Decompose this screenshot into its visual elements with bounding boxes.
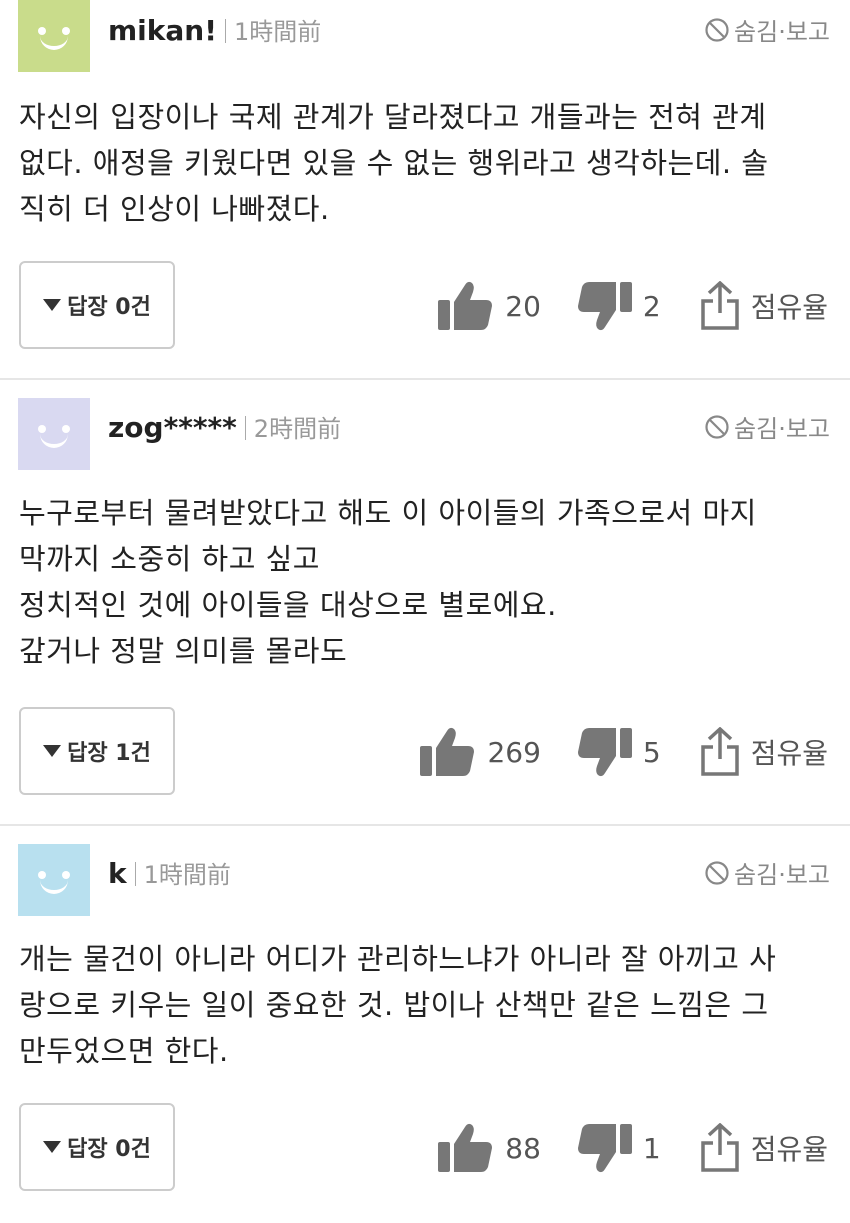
avatar-eye <box>62 27 70 35</box>
like-count: 88 <box>505 1131 541 1165</box>
comment-card: zog***** 2時間前 숨김·보고 누구로부터 물려받았다고 해도 이 아이들… <box>0 380 850 826</box>
timestamp: 2時間前 <box>253 415 342 443</box>
username[interactable]: mikan! <box>108 14 217 47</box>
block-icon <box>705 17 729 42</box>
avatar-eye <box>38 425 46 433</box>
thumbs-down-icon <box>577 282 632 331</box>
dislike-button[interactable]: 5 <box>577 726 661 778</box>
like-button[interactable]: 88 <box>437 1122 541 1174</box>
hide-report-label: 숨김·보고 <box>734 18 830 46</box>
username[interactable]: zog***** <box>108 411 237 444</box>
comment-actions: 20 2 점유율 <box>437 276 828 336</box>
share-label: 점유율 <box>750 737 828 770</box>
avatar-eye <box>62 871 70 879</box>
block-icon <box>705 414 729 439</box>
thumbs-up-icon <box>438 1123 493 1172</box>
avatar-mouth <box>40 434 68 448</box>
share-icon <box>700 1123 739 1172</box>
comment-header: zog***** 2時間前 <box>108 409 341 444</box>
dislike-button[interactable]: 2 <box>577 280 661 332</box>
thumbs-down-icon <box>577 1124 632 1173</box>
comment-text: 개는 물건이 아니라 어디가 관리하느냐가 아니라 잘 아끼고 사 랑으로 키우… <box>19 942 777 1068</box>
share-icon <box>700 281 739 330</box>
avatar-eye <box>62 425 70 433</box>
hide-report-label: 숨김·보고 <box>734 415 830 443</box>
avatar <box>18 844 90 916</box>
block-icon <box>705 860 729 885</box>
hide-report-label: 숨김·보고 <box>734 861 830 889</box>
hide-report-button[interactable]: 숨김·보고 <box>704 12 830 47</box>
like-button[interactable]: 269 <box>419 726 541 778</box>
comment-card: mikan! 1時間前 숨김·보고 자신의 입장이나 국제 관계가 달라졌다고 개… <box>0 0 850 380</box>
avatar <box>18 0 90 72</box>
thumbs-up-icon <box>438 281 493 330</box>
like-button[interactable]: 20 <box>437 280 541 332</box>
comment-card: k 1時間前 숨김·보고 개는 물건이 아니라 어디가 관리하느냐가 아니라 잘 … <box>0 826 850 1223</box>
reply-toggle-button[interactable]: 답장 1건 <box>19 707 175 795</box>
timestamp: 1時間前 <box>143 861 231 889</box>
share-button[interactable]: 점유율 <box>699 1123 828 1173</box>
comment-text: 자신의 입장이나 국제 관계가 달라졌다고 개들과는 전혀 관계 없다. 애정을… <box>19 100 769 226</box>
avatar-eye <box>38 871 46 879</box>
share-button[interactable]: 점유율 <box>699 281 828 331</box>
share-label: 점유율 <box>750 1133 828 1166</box>
reply-count-label: 답장 1건 <box>67 741 151 766</box>
thumbs-up-icon <box>420 727 475 776</box>
dislike-count: 5 <box>642 735 661 769</box>
triangle-down-icon <box>43 299 62 311</box>
divider <box>244 416 246 440</box>
comment-actions: 88 1 점유율 <box>437 1118 828 1178</box>
comment-header: mikan! 1時間前 <box>108 12 321 47</box>
like-count: 20 <box>505 289 541 323</box>
dislike-count: 1 <box>642 1131 661 1165</box>
reply-toggle-button[interactable]: 답장 0건 <box>19 1103 175 1191</box>
dislike-count: 2 <box>642 289 661 323</box>
avatar-mouth <box>40 36 68 50</box>
triangle-down-icon <box>43 745 62 757</box>
avatar-eye <box>38 27 46 35</box>
comment-text: 누구로부터 물려받았다고 해도 이 아이들의 가족으로서 마지 막까지 소중히 … <box>19 496 757 668</box>
share-button[interactable]: 점유율 <box>699 727 828 777</box>
thumbs-down-icon <box>577 728 632 777</box>
divider <box>225 19 226 43</box>
hide-report-button[interactable]: 숨김·보고 <box>704 409 830 444</box>
comment-header: k 1時間前 <box>108 855 231 890</box>
reply-toggle-button[interactable]: 답장 0건 <box>19 261 175 349</box>
reply-count-label: 답장 0건 <box>67 295 151 320</box>
divider <box>134 862 136 886</box>
dislike-button[interactable]: 1 <box>577 1122 661 1174</box>
comment-actions: 269 5 점유율 <box>419 722 828 782</box>
share-icon <box>700 727 739 776</box>
triangle-down-icon <box>43 1141 62 1153</box>
username[interactable]: k <box>108 857 127 890</box>
avatar <box>18 398 90 470</box>
avatar-mouth <box>40 880 68 894</box>
share-label: 점유율 <box>750 291 828 324</box>
timestamp: 1時間前 <box>234 18 322 46</box>
like-count: 269 <box>487 735 541 769</box>
hide-report-button[interactable]: 숨김·보고 <box>704 855 830 890</box>
reply-count-label: 답장 0건 <box>67 1137 151 1162</box>
